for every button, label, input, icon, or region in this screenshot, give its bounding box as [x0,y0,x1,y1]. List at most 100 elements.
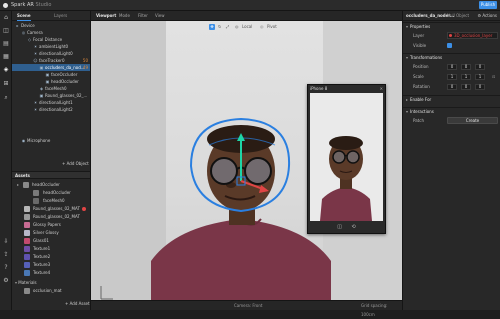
tab-scene[interactable]: Scene [17,11,31,21]
section-label: Enable For [410,97,432,102]
asset-item[interactable]: Texture4 [12,269,90,277]
asset-label: Glass01 [33,238,49,243]
section-interactions[interactable]: ▾ Interactions [403,107,500,115]
actions-button[interactable]: ⚙ Actions [478,11,497,21]
mesh-icon: ▣ [45,79,50,84]
visible-checkbox[interactable] [447,43,452,48]
section-enable-for[interactable]: ▸ Enable For [403,95,500,103]
add-object-button[interactable]: + Add Object [62,161,89,167]
patch-icon[interactable]: ⊞ [3,81,9,87]
layers-icon[interactable]: ◈ [3,67,9,73]
simulator-header: iPhone 8 ✕ [308,85,385,92]
scene-item-round-glasses[interactable]: ▣ Round_glasses_02_... [12,92,90,99]
scene-item-camera[interactable]: ◎ Camera [12,29,90,36]
scene-canvas[interactable]: ✥ ↻ ⤢ ◍ Local ◎ Pivot iPhone 8 ✕ ◫ ⟲ [91,21,402,306]
scene-item-facetracker0[interactable]: ☺faceTracker0 50 [12,57,90,64]
scene-item-faceoccluder[interactable]: ▣ faceOccluder [12,71,90,78]
help-icon[interactable]: ? [3,265,9,271]
rotation-z-field[interactable]: 0 [475,84,485,90]
add-asset-button[interactable]: + Add Asset [65,301,90,307]
layer-select[interactable]: 3D_occlusion_layer [447,32,498,39]
filter-menu[interactable]: Filter [138,11,148,21]
layer-label: Layer [413,33,425,38]
asset-item[interactable]: Round_glasses_02_MAT [12,205,90,213]
assets-header[interactable]: Assets [12,171,90,179]
scene-item-ambientlight0[interactable]: ☀ ambientLight0 [12,43,90,50]
asset-label: faceMesh0 [43,198,65,203]
grid-spacing: Grid spacing: 100cm [361,303,388,317]
visible-label: Visible [413,43,427,48]
scale-x-field[interactable]: 1 [447,74,457,80]
position-y-field[interactable]: 0 [461,64,471,70]
rotation-x-field[interactable]: 0 [447,84,457,90]
scale-z-field[interactable]: 1 [475,74,485,80]
child-count: 50 [82,58,88,63]
view-menu[interactable]: View [155,11,165,21]
scene-icon[interactable]: ▦ [3,54,9,60]
asset-item[interactable]: Glass01 [12,237,90,245]
lock-icon[interactable]: ⊡ [492,74,497,80]
viewport-tab[interactable]: Viewport [96,11,116,21]
materials-folder[interactable]: ▾ Materials [12,279,90,287]
search-icon[interactable]: ⌕ [3,95,9,101]
gizmo-x-arrow[interactable] [259,185,269,193]
rotate-device-icon[interactable]: ⟲ [352,224,356,230]
scene-panel-tabs: Scene Layers [12,11,90,21]
scene-item-label: faceTracker0 [39,58,65,63]
asset-thumbnail [24,246,30,252]
asset-item[interactable]: Texture3 [12,261,90,269]
app-suffix: Studio [35,2,52,8]
asset-thumbnail [24,222,30,228]
section-label: Properties [410,24,431,29]
scene-item-directionallight0[interactable]: ☀ directionalLight0 [12,50,90,57]
scene-item-occluders[interactable]: ▣ occluders_da_nod... 49 [12,64,90,71]
close-icon[interactable]: ✕ [380,85,383,92]
scene-item-label: faceOccluder [51,72,78,77]
warning-icon [82,207,86,211]
simulator-footer: ◫ ⟲ [308,222,385,233]
asset-item[interactable]: Glossy Papers [12,221,90,229]
rotation-y-field[interactable]: 0 [461,84,471,90]
scene-item-directionallight2[interactable]: ☀ directionalLight2 [12,106,90,113]
assets-icon[interactable]: ▤ [3,41,9,47]
asset-thumbnail [24,206,30,212]
screenshot-icon[interactable]: ◫ [337,224,342,230]
share-icon[interactable]: ⇪ [3,252,9,258]
tab-layers[interactable]: Layers [54,11,67,21]
asset-thumbnail [33,198,39,204]
asset-item[interactable]: Silver Glossy [12,229,90,237]
asset-label: Texture1 [33,246,51,251]
camera-icon[interactable]: ◫ [3,28,9,34]
mode-menu[interactable]: Mode [119,11,130,21]
section-properties[interactable]: ▾ Properties [403,22,500,30]
section-label: Interactions [410,109,434,114]
position-z-field[interactable]: 0 [475,64,485,70]
asset-item[interactable]: Texture1 [12,245,90,253]
scene-item-label: faceMesh0 [45,86,67,91]
position-x-field[interactable]: 0 [447,64,457,70]
scene-item-focal-distance[interactable]: ◇ Focal Distance [12,36,90,43]
import-icon[interactable]: ⇩ [3,239,9,245]
asset-item[interactable]: occlusion_mat [12,287,90,295]
home-icon[interactable]: ⌂ [3,15,9,21]
create-patch-button[interactable]: Create [447,117,498,124]
scene-item-microphone[interactable]: ◉ Microphone [12,137,90,144]
asset-item[interactable]: faceMesh0 [12,197,90,205]
section-transformations[interactable]: ▾ Transformations [403,53,500,61]
scene-item-label: Device [21,23,35,28]
scene-item-headoccluder[interactable]: ▣ headOccluder [12,78,90,85]
gizmo-y-arrow[interactable] [237,133,245,141]
asset-item[interactable]: Round_glasses_02_MAT [12,213,90,221]
publish-button[interactable]: Publish [479,1,497,9]
asset-item[interactable]: ▸ headOccluder [12,181,90,189]
asset-item[interactable]: headOccluder [12,189,90,197]
asset-item[interactable]: Texture2 [12,253,90,261]
asset-thumbnail [24,262,30,268]
scale-y-field[interactable]: 1 [461,74,471,80]
scene-item-device[interactable]: ▸ Device [12,22,90,29]
settings-icon[interactable]: ⚙ [3,278,9,284]
simulator-window[interactable]: iPhone 8 ✕ ◫ ⟲ [307,84,386,234]
scene-item-directionallight1[interactable]: ☀ directionalLight1 [12,99,90,106]
scene-item-facemesh0[interactable]: ◈ faceMesh0 [12,85,90,92]
inspector-header: occluders_da_noder... Null Object ⚙ Acti… [403,11,500,21]
